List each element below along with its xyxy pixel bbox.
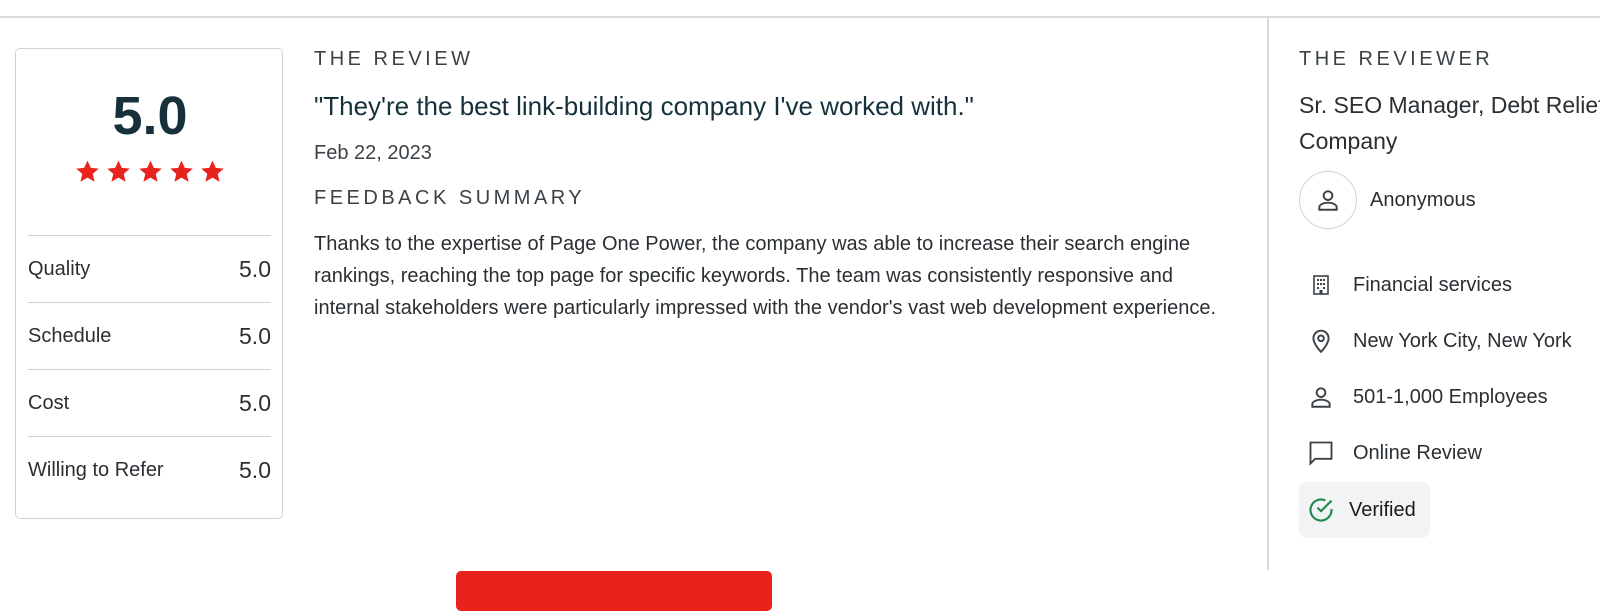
rating-breakdown: Quality 5.0 Schedule 5.0 Cost 5.0 Willin… (28, 235, 271, 503)
fact-text: Financial services (1353, 273, 1512, 296)
star-icon (106, 159, 131, 184)
action-button[interactable] (456, 571, 772, 611)
reviewer-section: THE REVIEWER Sr. SEO Manager, Debt Relie… (1299, 48, 1600, 538)
fact-industry: Financial services (1299, 257, 1600, 313)
user-icon (1318, 190, 1338, 211)
rating-label: Willing to Refer (28, 458, 164, 481)
feedback-summary-text: Thanks to the expertise of Page One Powe… (314, 233, 1217, 319)
review-section: THE REVIEW "They're the best link-buildi… (314, 48, 1249, 324)
rating-value: 5.0 (239, 456, 271, 483)
reviewer-facts: Financial services New York City, New Yo… (1299, 257, 1600, 538)
rating-label: Quality (28, 257, 91, 280)
rating-label: Schedule (28, 324, 112, 347)
person-icon (1305, 381, 1337, 413)
avatar (1299, 171, 1357, 229)
verified-badge: Verified (1299, 482, 1430, 538)
rating-value: 5.0 (239, 322, 271, 349)
review-heading: THE REVIEW (314, 48, 474, 70)
rating-value: 5.0 (239, 255, 271, 282)
verified-label: Verified (1349, 498, 1416, 521)
rating-card: 5.0 Quality 5.0 Schedule 5.0 Cost 5.0 Wi… (15, 48, 283, 519)
reviewer-identity: Anonymous (1299, 171, 1600, 229)
star-rating (16, 159, 284, 189)
check-circle-icon (1305, 494, 1337, 526)
overall-score: 5.0 (112, 86, 188, 146)
reviewer-position-line: Company (1299, 128, 1398, 154)
rating-row-quality: Quality 5.0 (28, 235, 271, 302)
review-quote: "They're the best link-building company … (314, 91, 974, 121)
feedback-summary-heading: FEEDBACK SUMMARY (314, 187, 586, 209)
fact-text: Online Review (1353, 441, 1482, 464)
reviewer-name: Anonymous (1370, 188, 1476, 211)
fact-text: 501-1,000 Employees (1353, 385, 1548, 408)
star-icon (200, 159, 225, 184)
building-icon (1305, 269, 1337, 301)
star-icon (75, 159, 100, 184)
location-pin-icon (1305, 325, 1337, 357)
review-date: Feb 22, 2023 (314, 142, 432, 164)
fact-company-size: 501-1,000 Employees (1299, 369, 1600, 425)
fact-text: New York City, New York (1353, 329, 1572, 352)
reviewer-position-line: Sr. SEO Manager, Debt Relief (1299, 92, 1600, 118)
fact-location: New York City, New York (1299, 313, 1600, 369)
rating-row-willing-to-refer: Willing to Refer 5.0 (28, 436, 271, 503)
rating-value: 5.0 (239, 389, 271, 416)
fact-review-type: Online Review (1299, 425, 1600, 481)
rating-row-schedule: Schedule 5.0 (28, 302, 271, 369)
rating-row-cost: Cost 5.0 (28, 369, 271, 436)
rating-label: Cost (28, 391, 70, 414)
chat-bubble-icon (1305, 437, 1337, 469)
star-icon (138, 159, 163, 184)
reviewer-position: Sr. SEO Manager, Debt Relief Company (1299, 87, 1600, 159)
column-divider (1267, 18, 1269, 570)
star-icon (169, 159, 194, 184)
reviewer-heading: THE REVIEWER (1299, 48, 1494, 70)
top-divider (0, 16, 1600, 18)
